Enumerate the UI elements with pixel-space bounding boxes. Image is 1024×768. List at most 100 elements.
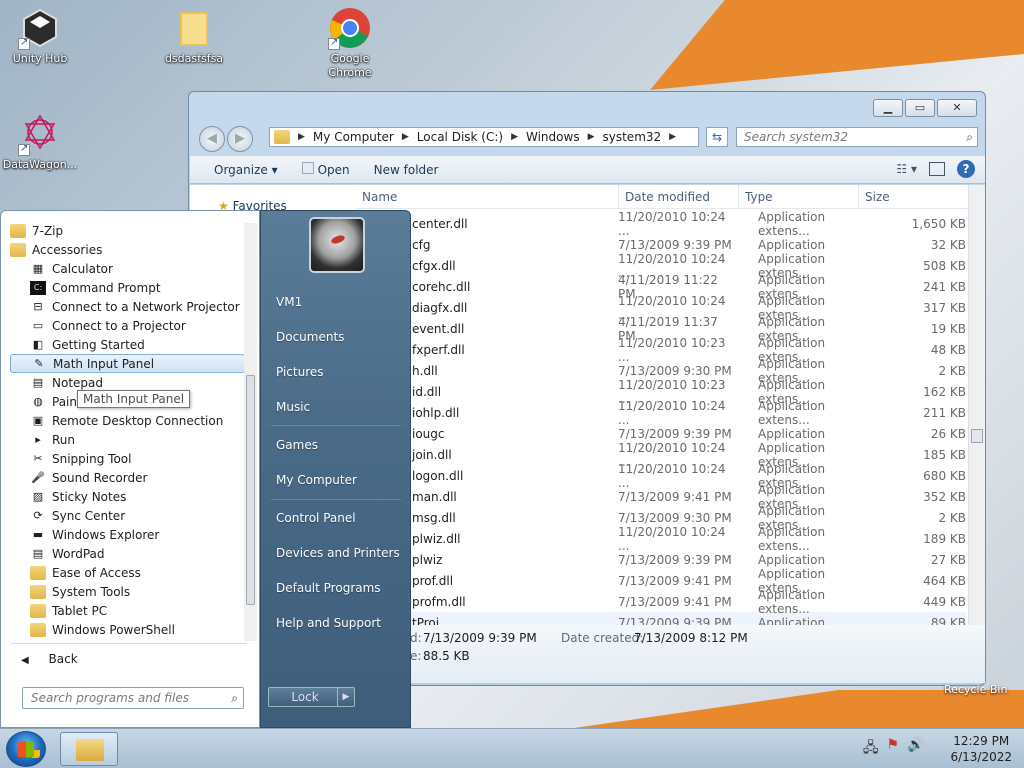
program-item[interactable]: C: Command Prompt	[10, 278, 245, 297]
program-item[interactable]: Tablet PC	[10, 601, 245, 620]
breadcrumb-windows[interactable]: Windows	[526, 130, 580, 144]
table-row[interactable]: prof.dll 7/13/2009 9:41 PM Application ext…	[356, 567, 966, 595]
address-bar[interactable]: ▶ My Computer ▶ Local Disk (C:) ▶ Window…	[269, 127, 699, 147]
notepad-icon: ▤	[32, 375, 44, 389]
file-list-scrollbar[interactable]	[968, 185, 985, 625]
program-item[interactable]: 🎤 Sound Recorder	[10, 468, 245, 487]
desktop-icon-recycle-bin[interactable]: Recycle Bin	[944, 683, 1007, 696]
start-button[interactable]	[6, 731, 46, 767]
program-item[interactable]: 7-Zip	[10, 221, 245, 240]
refresh-button[interactable]: ⇆	[706, 127, 728, 147]
open-button[interactable]: Open	[301, 162, 350, 177]
program-item[interactable]: ⟳ Sync Center	[10, 506, 245, 525]
organize-button[interactable]: Organize ▾	[214, 163, 278, 177]
explorer-search-input[interactable]: Search system32 ⌕	[736, 127, 978, 147]
program-label: Sticky Notes	[52, 489, 127, 504]
desktop-icon-folder[interactable]: dsdasfsfsa	[154, 6, 234, 66]
program-item[interactable]: ▬ Windows Explorer	[10, 525, 245, 544]
desktop-icon-google-chrome[interactable]: Google Chrome	[310, 6, 390, 80]
program-label: Run	[52, 432, 76, 447]
program-item[interactable]: ⊟ Connect to a Network Projector	[10, 297, 245, 316]
table-row[interactable]: plwiz 7/13/2009 9:39 PM Application 27 KB	[356, 549, 966, 570]
program-label: Snipping Tool	[52, 451, 132, 466]
action-center-icon[interactable]: ⚑	[886, 737, 899, 761]
search-icon: ⌕	[231, 691, 238, 705]
size-value: 88.5 KB	[423, 649, 470, 663]
link-vm1[interactable]: VM1	[276, 295, 302, 309]
program-item[interactable]: ▸ Run	[10, 430, 245, 449]
scrollbar-thumb[interactable]	[246, 375, 255, 605]
cell-date: 7/13/2009 9:39 PM	[618, 237, 732, 252]
link-my-computer[interactable]: My Computer	[276, 473, 357, 487]
desktop-icon-unity-hub[interactable]: Unity Hub	[0, 6, 80, 66]
link-control-panel[interactable]: Control Panel	[276, 511, 356, 525]
link-documents[interactable]: Documents	[276, 330, 344, 344]
close-button[interactable]: ✕	[937, 99, 977, 117]
program-item[interactable]: ✂ Snipping Tool	[10, 449, 245, 468]
program-item[interactable]: ▤ WordPad	[10, 544, 245, 563]
taskbar-explorer-button[interactable]	[60, 732, 118, 766]
scrollbar-thumb[interactable]	[971, 429, 983, 443]
lock-button[interactable]: Lock	[268, 687, 342, 707]
new-folder-button[interactable]: New folder	[374, 163, 439, 177]
start-search-input[interactable]: Search programs and files ⌕	[22, 687, 244, 709]
program-item[interactable]: ◧ Getting Started	[10, 335, 245, 354]
projector-icon: ▭	[32, 318, 44, 332]
program-item[interactable]: System Tools	[10, 582, 245, 601]
link-games[interactable]: Games	[276, 438, 318, 452]
table-row[interactable]: center.dll 11/20/2010 10:24 ... Applicatio…	[356, 210, 966, 238]
link-devices-printers[interactable]: Devices and Printers	[276, 546, 400, 560]
back-nav-button[interactable]: ◀	[199, 126, 225, 152]
network-icon[interactable]: 🖧	[863, 737, 879, 761]
link-music[interactable]: Music	[276, 400, 310, 414]
program-item[interactable]: ▦ Calculator	[10, 259, 245, 278]
program-item[interactable]: Ease of Access	[10, 563, 245, 582]
column-size[interactable]: Size	[858, 185, 966, 208]
link-help-support[interactable]: Help and Support	[276, 616, 381, 630]
column-name[interactable]: Name	[356, 185, 618, 208]
program-label: Math Input Panel	[53, 356, 155, 371]
program-label: Windows PowerShell	[52, 622, 175, 637]
programs-scrollbar[interactable]	[244, 223, 257, 641]
link-pictures[interactable]: Pictures	[276, 365, 324, 379]
minimize-button[interactable]: ▁	[873, 99, 903, 117]
program-label: Getting Started	[52, 337, 145, 352]
cell-size: 211 KB	[923, 405, 966, 420]
run-icon: ▸	[35, 432, 41, 446]
table-row[interactable]: man.dll 7/13/2009 9:41 PM Application exte…	[356, 483, 966, 511]
start-menu-links: VM1 Documents Pictures Music Games My Co…	[260, 210, 411, 728]
maximize-button[interactable]: ▭	[905, 99, 935, 117]
column-type[interactable]: Type	[738, 185, 858, 208]
clock[interactable]: 12:29 PM 6/13/2022	[950, 733, 1012, 765]
back-button[interactable]: ◀ Back	[21, 652, 78, 666]
table-row[interactable]: plwiz.dll 11/20/2010 10:24 ... Application…	[356, 525, 966, 553]
breadcrumb-system32[interactable]: system32	[603, 130, 662, 144]
program-item[interactable]: ✎ Math Input Panel	[10, 354, 245, 373]
command-bar: Organize ▾ Open New folder ☷ ▾ ?	[190, 156, 985, 184]
column-date[interactable]: Date modified	[618, 185, 738, 208]
breadcrumb-local-disk[interactable]: Local Disk (C:)	[417, 130, 503, 144]
program-item[interactable]: Accessories	[10, 240, 245, 259]
table-row[interactable]: logon.dll 11/20/2010 10:24 ... Application…	[356, 462, 966, 490]
forward-nav-button[interactable]: ▶	[227, 126, 253, 152]
user-avatar[interactable]	[309, 217, 365, 273]
preview-pane-icon[interactable]	[929, 162, 945, 176]
breadcrumb-my-computer[interactable]: My Computer	[313, 130, 394, 144]
program-item[interactable]: Windows PowerShell	[10, 620, 245, 639]
link-default-programs[interactable]: Default Programs	[276, 581, 381, 595]
program-item[interactable]: ▨ Sticky Notes	[10, 487, 245, 506]
volume-icon[interactable]: 🔊	[907, 737, 924, 761]
table-row[interactable]: fxperf.dll 11/20/2010 10:23 ... Applicatio…	[356, 336, 966, 364]
program-label: Ease of Access	[52, 565, 141, 580]
program-item[interactable]: ▣ Remote Desktop Connection	[10, 411, 245, 430]
help-icon[interactable]: ?	[957, 160, 975, 178]
microphone-icon: 🎤	[31, 470, 45, 484]
table-row[interactable]: profm.dll 7/13/2009 9:41 PM Application ex…	[356, 588, 966, 616]
cell-size: 185 KB	[923, 447, 966, 462]
view-options-icon[interactable]: ☷ ▾	[896, 162, 917, 176]
desktop-icon-datawagon[interactable]: DataWagon...	[0, 112, 80, 172]
program-item[interactable]: ▭ Connect to a Projector	[10, 316, 245, 335]
shutdown-options-button[interactable]: ▶	[337, 687, 355, 707]
taskbar: 🖧 ⚑ 🔊 12:29 PM 6/13/2022	[0, 728, 1024, 768]
table-row[interactable]: iohlp.dll 11/20/2010 10:24 ... Application…	[356, 399, 966, 427]
